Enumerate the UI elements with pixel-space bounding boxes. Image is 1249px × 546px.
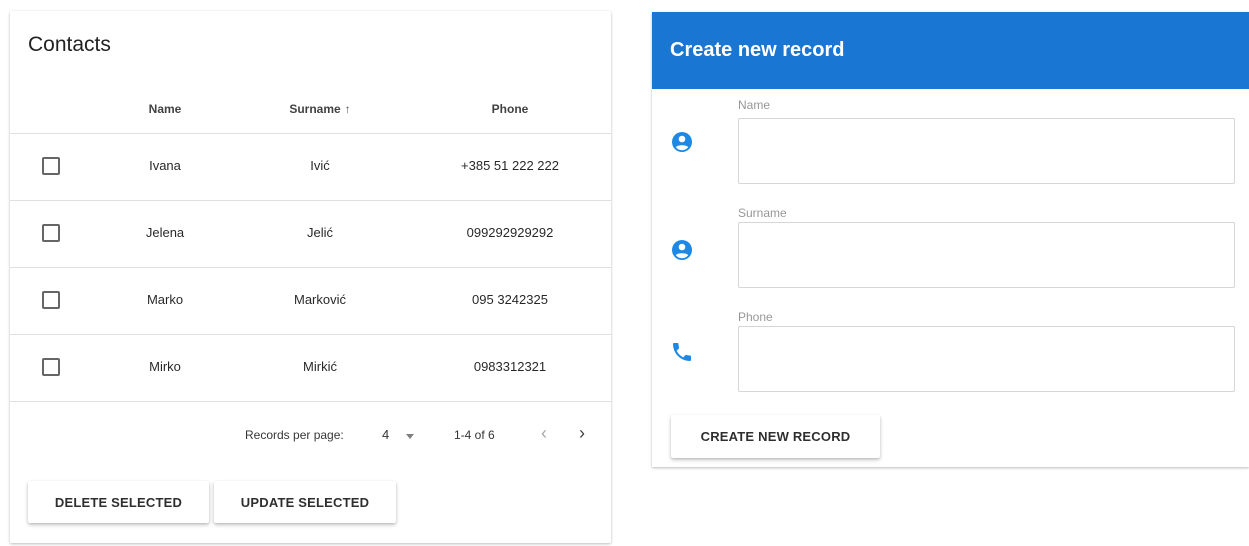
delete-selected-button[interactable]: DELETE SELECTED [28,481,209,523]
cell-name: Jelena [145,225,185,240]
cell-phone: 099292929292 [466,225,554,240]
next-page-button[interactable]: › [570,420,594,446]
table-row[interactable]: Marko Marković 095 3242325 [10,268,611,335]
rows-per-page-label: Records per page: [245,428,344,442]
name-input[interactable] [738,118,1235,184]
column-header-surname[interactable]: Surname ↑ [250,102,390,116]
row-checkbox[interactable] [42,291,60,309]
cell-name: Marko [146,292,184,307]
contacts-title: Contacts [28,33,111,56]
chevron-right-icon: › [579,423,585,443]
row-checkbox[interactable] [42,157,60,175]
cell-name: Ivana [149,158,181,173]
chevron-left-icon: ‹ [541,423,547,443]
name-field-label: Name [738,98,771,112]
pagination-range: 1-4 of 6 [454,428,495,442]
table-row[interactable]: Ivana Ivić +385 51 222 222 [10,134,611,201]
cell-phone: 095 3242325 [472,292,548,307]
account-circle-icon [672,240,692,260]
rows-per-page-value: 4 [382,427,390,442]
create-record-header: Create new record [652,12,1249,89]
column-header-phone-label: Phone [491,102,529,116]
row-checkbox[interactable] [42,358,60,376]
pagination: Records per page: 4 1-4 of 6 ‹ › [10,411,611,461]
cell-surname: Mirkić [303,359,337,374]
contacts-card: Contacts Name Surname ↑ Phone Ivana Ivić … [10,11,611,543]
table-header: Name Surname ↑ Phone [10,88,611,134]
table-row[interactable]: Jelena Jelić 099292929292 [10,201,611,268]
column-header-phone[interactable]: Phone [440,102,580,116]
create-record-title: Create new record [670,39,845,61]
column-header-name[interactable]: Name [110,102,220,116]
cell-phone: 0983312321 [473,359,547,374]
dropdown-arrow-icon [406,434,414,439]
cell-phone: +385 51 222 222 [461,158,559,173]
rows-per-page-select[interactable]: 4 [382,424,422,446]
previous-page-button[interactable]: ‹ [532,420,556,446]
column-header-name-label: Name [148,102,182,116]
create-new-record-button[interactable]: CREATE NEW RECORD [671,415,880,458]
surname-field-label: Surname [738,206,787,220]
phone-field-label: Phone [738,310,773,324]
phone-icon [673,343,691,361]
cell-name: Mirko [149,359,181,374]
update-selected-button[interactable]: UPDATE SELECTED [214,481,396,523]
sort-ascending-icon: ↑ [344,102,351,116]
account-circle-icon [672,132,692,152]
cell-surname: Jelić [306,225,333,240]
surname-input[interactable] [738,222,1235,288]
table-row[interactable]: Mirko Mirkić 0983312321 [10,335,611,402]
cell-surname: Ivić [310,158,330,173]
phone-input[interactable] [738,326,1235,392]
create-record-card: Create new record Name Surname Phone CRE… [652,12,1249,467]
cell-surname: Marković [293,292,346,307]
column-header-surname-label: Surname [289,102,341,116]
row-checkbox[interactable] [42,224,60,242]
